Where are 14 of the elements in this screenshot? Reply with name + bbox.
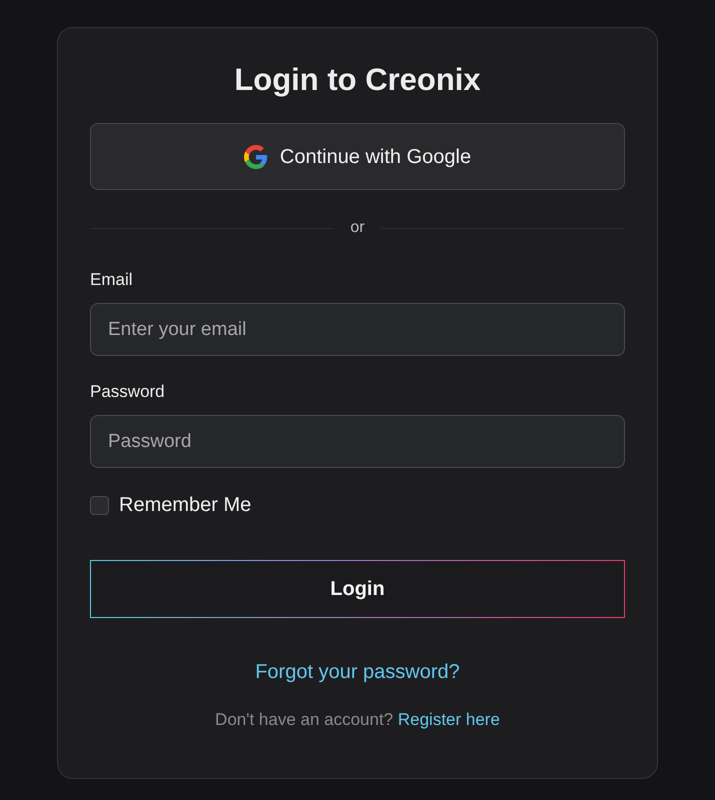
field-label: Password bbox=[90, 381, 166, 403]
register-link[interactable]: Register here bbox=[398, 710, 500, 729]
google-g-icon bbox=[244, 144, 268, 168]
remember-label: Remember Me bbox=[119, 493, 252, 518]
text-input-field[interactable]: Password bbox=[90, 415, 625, 468]
field-label: Email bbox=[90, 269, 134, 291]
forgot-password-link[interactable]: Forgot your password? bbox=[255, 657, 460, 687]
register-prompt: Don't have an account? Register here bbox=[214, 709, 501, 731]
remember-checkbox[interactable] bbox=[90, 496, 109, 514]
text-input-field[interactable]: Enter your email bbox=[90, 303, 625, 356]
divider-label: or bbox=[350, 218, 365, 238]
google-signin-button[interactable]: Continue with Google bbox=[90, 123, 625, 190]
login-button[interactable]: Login bbox=[90, 560, 625, 618]
login-title: Login to Creonix bbox=[233, 61, 482, 99]
